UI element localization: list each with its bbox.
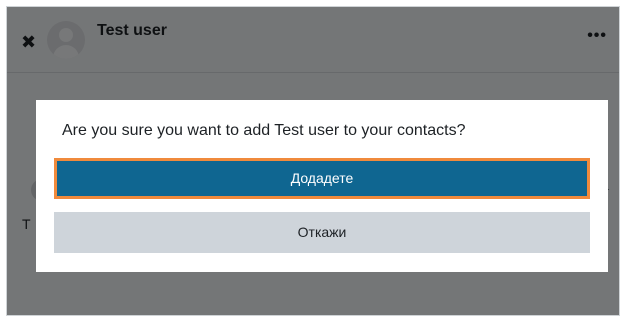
add-contact-button[interactable]: Додадете [54, 158, 590, 199]
cancel-button[interactable]: Откажи [54, 212, 590, 253]
app-frame: ✖ Test user ••• T a Are you sure you wan… [0, 0, 626, 322]
confirm-dialog: Are you sure you want to add Test user t… [36, 100, 608, 272]
dialog-question: Are you sure you want to add Test user t… [62, 122, 466, 139]
